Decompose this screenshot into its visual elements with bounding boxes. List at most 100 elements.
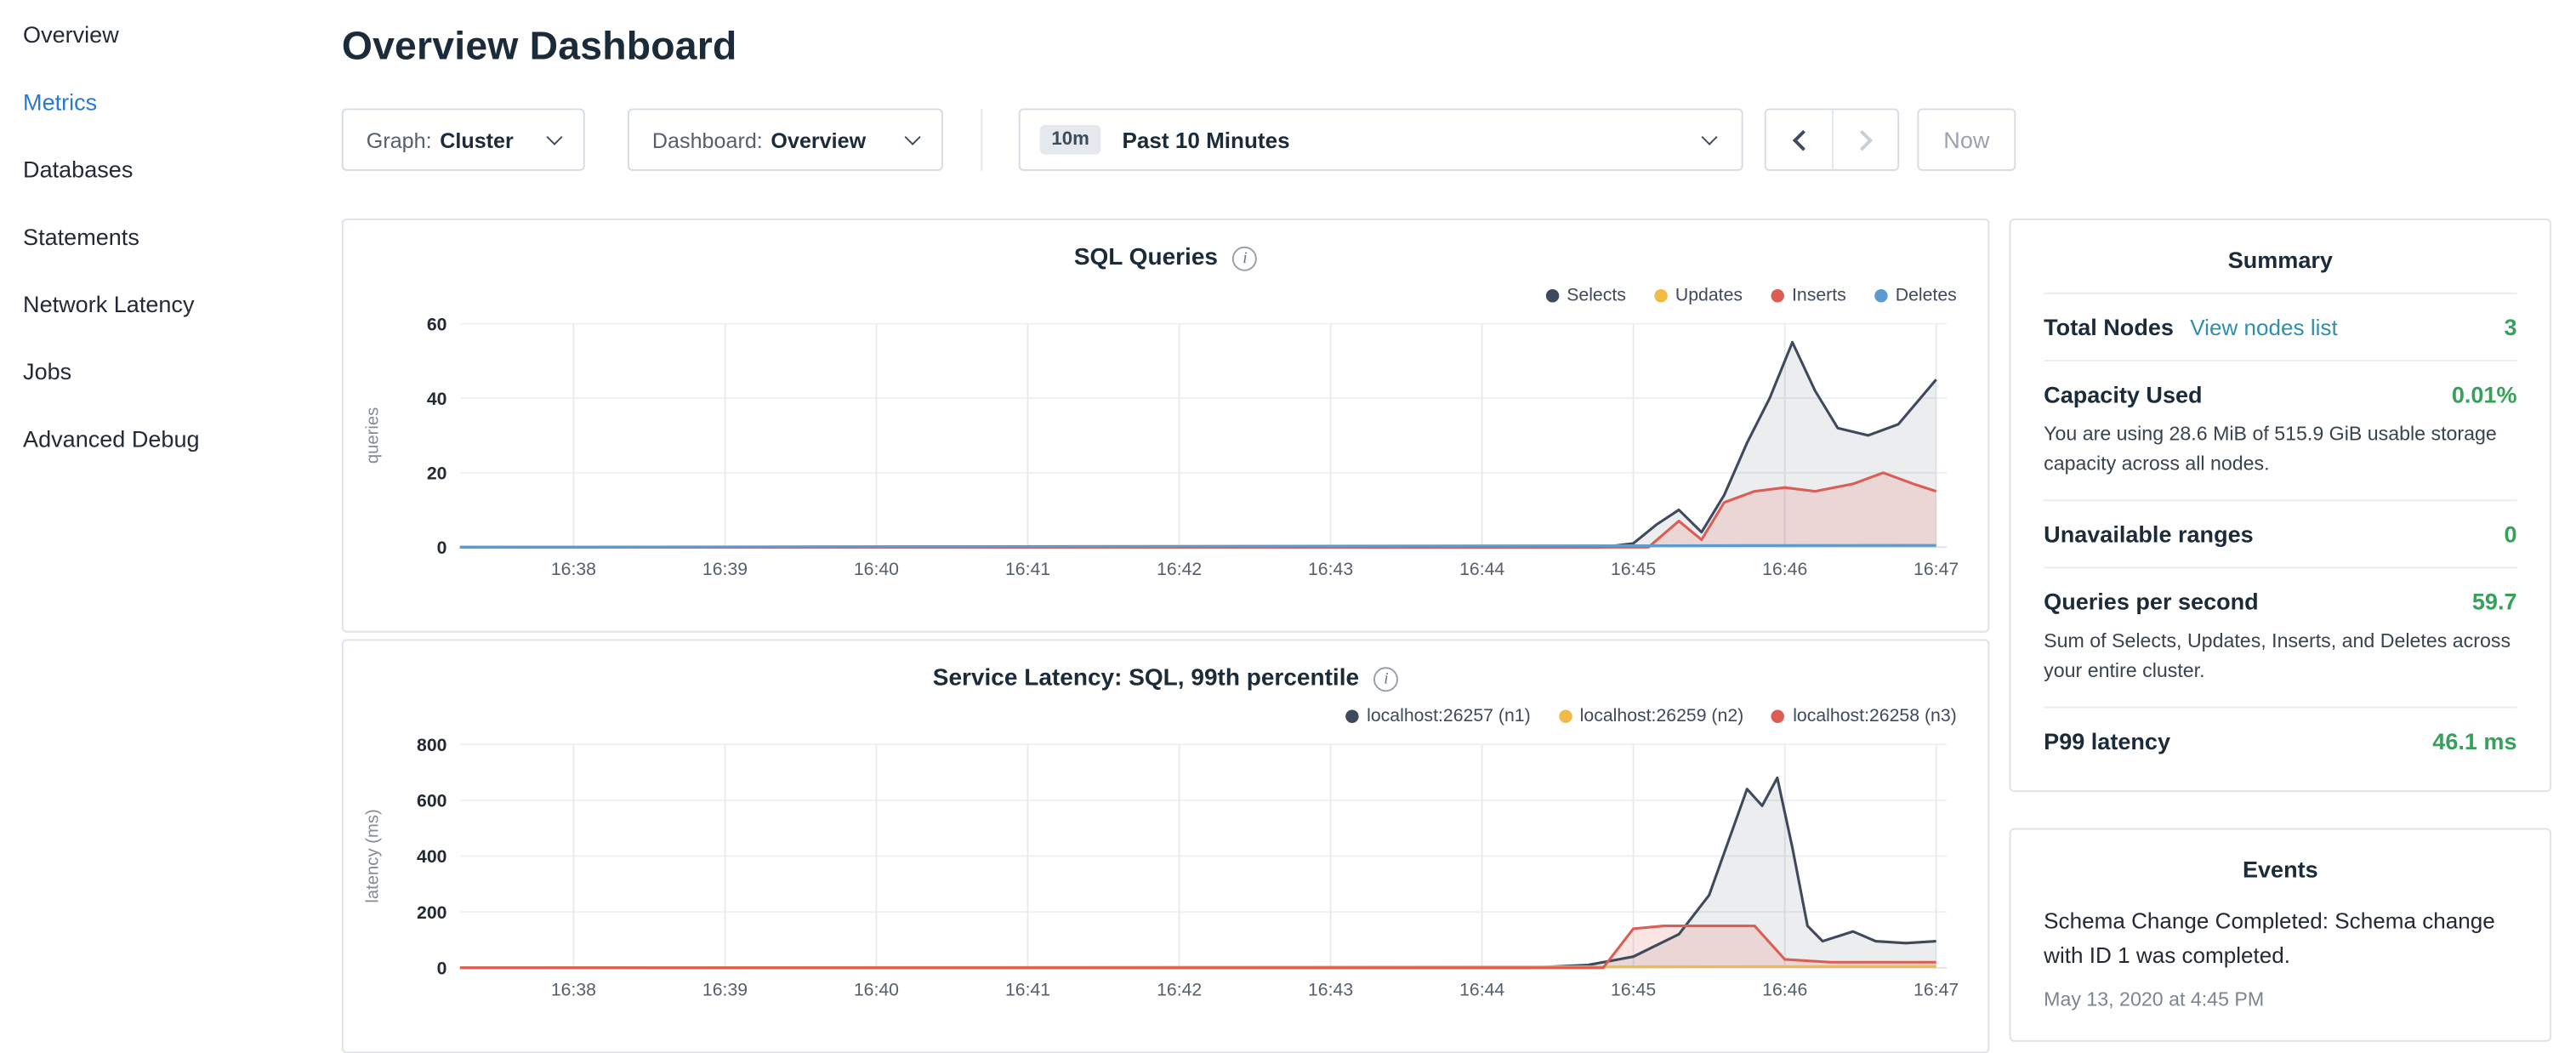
svg-text:16:46: 16:46	[1762, 980, 1807, 1000]
svg-text:16:42: 16:42	[1157, 980, 1202, 1000]
legend-label: Deletes	[1896, 286, 1957, 305]
sql-queries-chart: 16:3816:3916:4016:4116:4216:4316:4416:45…	[358, 314, 1976, 590]
svg-text:16:44: 16:44	[1459, 559, 1504, 579]
info-icon[interactable]	[1232, 246, 1257, 270]
svg-text:16:39: 16:39	[702, 980, 748, 1000]
legend-dot-icon	[1559, 710, 1572, 723]
legend-dot-icon	[1654, 289, 1667, 302]
time-step-forward-button[interactable]	[1832, 110, 1897, 169]
stat-label: P99 latency	[2044, 728, 2170, 754]
chevron-down-icon	[1701, 128, 1717, 145]
right-column: Summary Total Nodes View nodes list 3 Ca…	[2010, 219, 2551, 1042]
graph-dropdown-value: Cluster	[440, 128, 514, 152]
svg-text:40: 40	[427, 389, 447, 409]
app-stage: Overview Metrics Databases Statements Ne…	[0, 0, 2576, 1051]
chart-legend: Selects Updates Inserts Deletes	[358, 281, 1957, 310]
summary-stat-total-nodes: Total Nodes View nodes list 3	[2044, 293, 2516, 360]
svg-text:16:47: 16:47	[1914, 980, 1959, 1000]
svg-text:20: 20	[427, 464, 447, 484]
svg-text:16:45: 16:45	[1611, 980, 1656, 1000]
stat-value: 3	[2504, 314, 2516, 340]
main-content: Overview Dashboard Graph: Cluster Dashbo…	[304, 0, 2576, 1051]
graph-dropdown-label: Graph:	[367, 128, 432, 152]
stat-value: 0	[2504, 521, 2516, 547]
event-item: Schema Change Completed: Schema change w…	[2044, 905, 2516, 1010]
legend-item-updates: Updates	[1654, 286, 1743, 305]
legend-label: Inserts	[1792, 286, 1846, 305]
toolbar-divider	[981, 108, 982, 170]
legend-label: Updates	[1675, 286, 1743, 305]
dashboard-dropdown-value: Overview	[771, 128, 866, 152]
svg-text:16:40: 16:40	[854, 559, 899, 579]
svg-text:16:43: 16:43	[1308, 559, 1353, 579]
chevron-down-icon	[905, 128, 921, 145]
svg-text:16:41: 16:41	[1005, 980, 1050, 1000]
time-step-buttons	[1765, 108, 1899, 170]
svg-text:queries: queries	[363, 407, 382, 464]
info-icon[interactable]	[1373, 666, 1398, 691]
summary-stat-queries-per-second: Queries per second 59.7 Sum of Selects, …	[2044, 566, 2516, 706]
dashboard-dropdown[interactable]: Dashboard: Overview	[628, 108, 943, 170]
stat-label: Queries per second	[2044, 589, 2259, 615]
legend-item-localhost-26257-n1-: localhost:26257 (n1)	[1345, 707, 1531, 726]
graph-dropdown[interactable]: Graph: Cluster	[342, 108, 585, 170]
sidebar-nav: Overview Metrics Databases Statements Ne…	[0, 0, 304, 1051]
sidebar-item-overview[interactable]: Overview	[0, 0, 304, 67]
page-title: Overview Dashboard	[342, 23, 2576, 72]
sidebar-item-statements[interactable]: Statements	[0, 202, 304, 270]
svg-text:16:40: 16:40	[854, 980, 899, 1000]
legend-label: Selects	[1567, 286, 1626, 305]
svg-text:0: 0	[437, 959, 447, 979]
event-message: Schema Change Completed: Schema change w…	[2044, 905, 2516, 974]
legend-label: localhost:26259 (n2)	[1580, 707, 1744, 726]
legend-label: localhost:26257 (n1)	[1367, 707, 1531, 726]
sidebar-item-network-latency[interactable]: Network Latency	[0, 270, 304, 337]
dashboard-dropdown-label: Dashboard:	[652, 128, 763, 152]
svg-text:800: 800	[417, 735, 446, 755]
event-timestamp: May 13, 2020 at 4:45 PM	[2044, 988, 2516, 1010]
legend-dot-icon	[1545, 289, 1558, 302]
legend-dot-icon	[1345, 710, 1358, 723]
chevron-down-icon	[546, 128, 562, 145]
view-nodes-list-link[interactable]: View nodes list	[2190, 316, 2338, 340]
svg-text:16:41: 16:41	[1005, 559, 1050, 579]
summary-panel: Summary Total Nodes View nodes list 3 Ca…	[2010, 219, 2551, 792]
stat-description: Sum of Selects, Updates, Inserts, and De…	[2044, 626, 2516, 686]
legend-item-localhost-26259-n2-: localhost:26259 (n2)	[1559, 707, 1744, 726]
time-range-label: Past 10 Minutes	[1122, 128, 1289, 152]
stat-value: 59.7	[2472, 589, 2517, 615]
time-step-back-button[interactable]	[1766, 110, 1832, 169]
summary-stat-capacity-used: Capacity Used 0.01% You are using 28.6 M…	[2044, 360, 2516, 499]
time-range-badge: 10m	[1040, 125, 1101, 155]
sidebar-item-metrics[interactable]: Metrics	[0, 67, 304, 134]
service-latency-chart: 16:3816:3916:4016:4116:4216:4316:4416:45…	[358, 735, 1976, 1011]
stat-label: Unavailable ranges	[2044, 521, 2254, 547]
svg-text:16:38: 16:38	[551, 980, 596, 1000]
svg-text:16:46: 16:46	[1762, 559, 1807, 579]
legend-dot-icon	[1874, 289, 1887, 302]
time-range-selector[interactable]: 10m Past 10 Minutes	[1019, 108, 1743, 170]
legend-item-deletes: Deletes	[1874, 286, 1957, 305]
chart-legend: localhost:26257 (n1) localhost:26259 (n2)…	[358, 702, 1957, 731]
toolbar: Graph: Cluster Dashboard: Overview 10m P…	[342, 108, 2576, 170]
legend-item-inserts: Inserts	[1771, 286, 1846, 305]
events-title: Events	[2044, 830, 2516, 902]
summary-stat-p99-latency: P99 latency 46.1 ms	[2044, 707, 2516, 774]
summary-title: Summary	[2044, 220, 2516, 293]
legend-label: localhost:26258 (n3)	[1793, 707, 1957, 726]
sidebar-item-databases[interactable]: Databases	[0, 134, 304, 202]
now-button[interactable]: Now	[1917, 108, 2016, 170]
legend-item-localhost-26258-n3-: localhost:26258 (n3)	[1771, 707, 1957, 726]
stat-value: 46.1 ms	[2432, 728, 2516, 754]
svg-text:16:47: 16:47	[1914, 559, 1959, 579]
legend-item-selects: Selects	[1545, 286, 1626, 305]
stat-label: Capacity Used	[2044, 381, 2202, 407]
svg-text:latency (ms): latency (ms)	[363, 809, 382, 902]
svg-text:600: 600	[417, 791, 446, 811]
chevron-left-icon	[1792, 129, 1813, 151]
chart-title: Service Latency: SQL, 99th percentile	[933, 665, 1359, 692]
chart-title-row: Service Latency: SQL, 99th percentile	[358, 665, 1973, 692]
db-console-app: Overview Metrics Databases Statements Ne…	[0, 0, 2576, 1051]
sidebar-item-jobs[interactable]: Jobs	[0, 337, 304, 404]
sidebar-item-advanced-debug[interactable]: Advanced Debug	[0, 404, 304, 471]
